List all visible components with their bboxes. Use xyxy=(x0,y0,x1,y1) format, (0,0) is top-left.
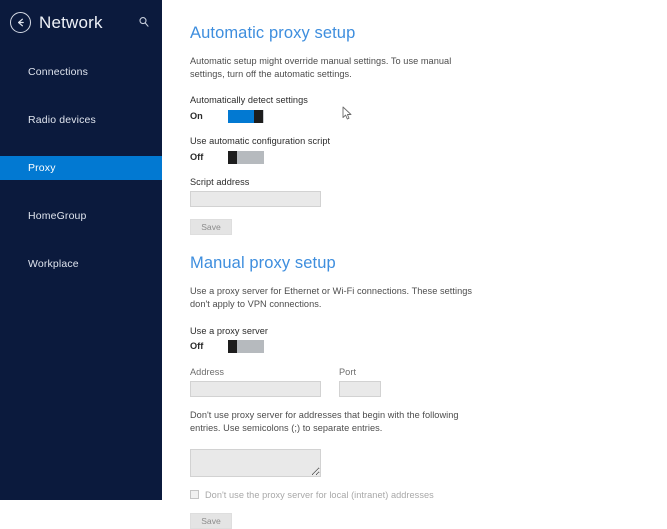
proxy-exceptions-description: Don't use proxy server for addresses tha… xyxy=(190,409,459,433)
port-input[interactable] xyxy=(339,380,381,397)
local-bypass-label: Don't use the proxy server for local (in… xyxy=(205,489,434,500)
settings-app: Network Connections Radio devices Proxy xyxy=(0,0,667,529)
use-proxy-server-label: Use a proxy server xyxy=(190,325,268,336)
port-col: Port xyxy=(339,367,381,409)
detect-settings-toggle[interactable] xyxy=(228,109,264,123)
sidebar-item-label: Radio devices xyxy=(28,114,96,126)
toggle-thumb xyxy=(254,109,263,123)
sidebar-item-radio-devices[interactable]: Radio devices xyxy=(0,108,162,132)
page-title: Network xyxy=(39,12,103,32)
proxy-exceptions-input[interactable] xyxy=(190,448,321,477)
sidebar-nav: Connections Radio devices Proxy HomeGrou… xyxy=(0,60,162,276)
port-label: Port xyxy=(339,366,357,377)
config-script-label: Use automatic configuration script xyxy=(190,136,331,147)
detect-settings-label: Automatically detect settings xyxy=(190,95,308,106)
save-button-automatic[interactable]: Save xyxy=(190,219,232,236)
sidebar-item-connections[interactable]: Connections xyxy=(0,60,162,84)
use-proxy-server-state: Off xyxy=(190,340,204,351)
manual-proxy-heading: Manual proxy setup xyxy=(190,254,336,273)
search-icon[interactable] xyxy=(138,16,150,28)
toggle-thumb xyxy=(228,150,237,164)
save-button-manual[interactable]: Save xyxy=(190,512,232,529)
sidebar-item-homegroup[interactable]: HomeGroup xyxy=(0,204,162,228)
address-input[interactable] xyxy=(190,380,321,397)
toggle-fill xyxy=(228,109,254,123)
local-bypass-row: Don't use the proxy server for local (in… xyxy=(190,490,667,500)
config-script-state: Off xyxy=(190,151,204,162)
toggle-thumb xyxy=(228,340,237,354)
manual-proxy-description: Use a proxy server for Ethernet or Wi-Fi… xyxy=(190,286,473,310)
sidebar-item-label: HomeGroup xyxy=(28,210,87,222)
sidebar: Network Connections Radio devices Proxy xyxy=(0,0,162,500)
sidebar-item-proxy[interactable]: Proxy xyxy=(0,156,162,180)
detect-settings-toggle-row: On xyxy=(190,109,667,123)
address-label: Address xyxy=(190,366,225,377)
config-script-toggle[interactable] xyxy=(228,150,264,164)
sidebar-header: Network xyxy=(0,0,162,44)
sidebar-item-label: Connections xyxy=(28,66,89,78)
address-port-row: Address Port xyxy=(190,367,667,409)
detect-settings-state: On xyxy=(190,110,203,121)
automatic-proxy-heading: Automatic proxy setup xyxy=(190,24,356,42)
script-address-label: Script address xyxy=(190,177,250,188)
config-script-toggle-row: Off xyxy=(190,150,667,164)
address-col: Address xyxy=(190,367,321,409)
sidebar-item-workplace[interactable]: Workplace xyxy=(0,252,162,276)
use-proxy-server-toggle-row: Off xyxy=(190,340,667,354)
local-bypass-checkbox[interactable] xyxy=(190,490,199,500)
back-arrow-circle-icon[interactable] xyxy=(10,11,31,33)
use-proxy-server-toggle[interactable] xyxy=(228,340,264,354)
script-address-input[interactable] xyxy=(190,191,321,208)
settings-content: Automatic proxy setup Automatic setup mi… xyxy=(162,0,667,529)
sidebar-item-label: Proxy xyxy=(28,162,56,174)
sidebar-item-label: Workplace xyxy=(28,258,79,270)
automatic-proxy-description: Automatic setup might override manual se… xyxy=(190,56,452,80)
